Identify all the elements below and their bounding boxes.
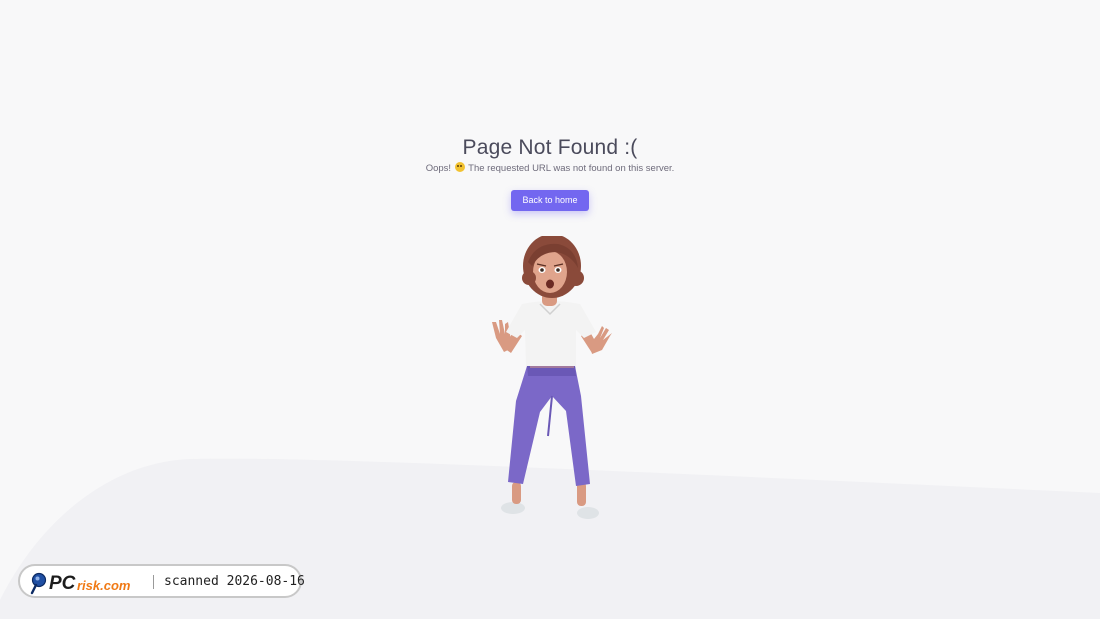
svg-text:PC: PC xyxy=(49,573,76,594)
scan-date-label: scanned 2026-08-16 xyxy=(164,574,305,589)
page-title: Page Not Found :( xyxy=(462,136,638,159)
pcrisk-watermark: PC risk.com scanned 2026-08-16 xyxy=(18,564,305,598)
watermark-separator xyxy=(153,575,154,589)
surprised-woman-illustration xyxy=(492,236,612,519)
svg-text:risk.com: risk.com xyxy=(77,578,131,593)
weary-face-emoji-icon xyxy=(454,162,465,172)
message-text: The requested URL was not found on this … xyxy=(468,163,675,174)
back-to-home-button[interactable]: Back to home xyxy=(511,190,589,211)
error-message: Oops! The requested URL was not found on… xyxy=(0,162,1100,176)
message-prefix: Oops! xyxy=(425,163,452,174)
pcrisk-logo: PC risk.com xyxy=(30,572,131,595)
